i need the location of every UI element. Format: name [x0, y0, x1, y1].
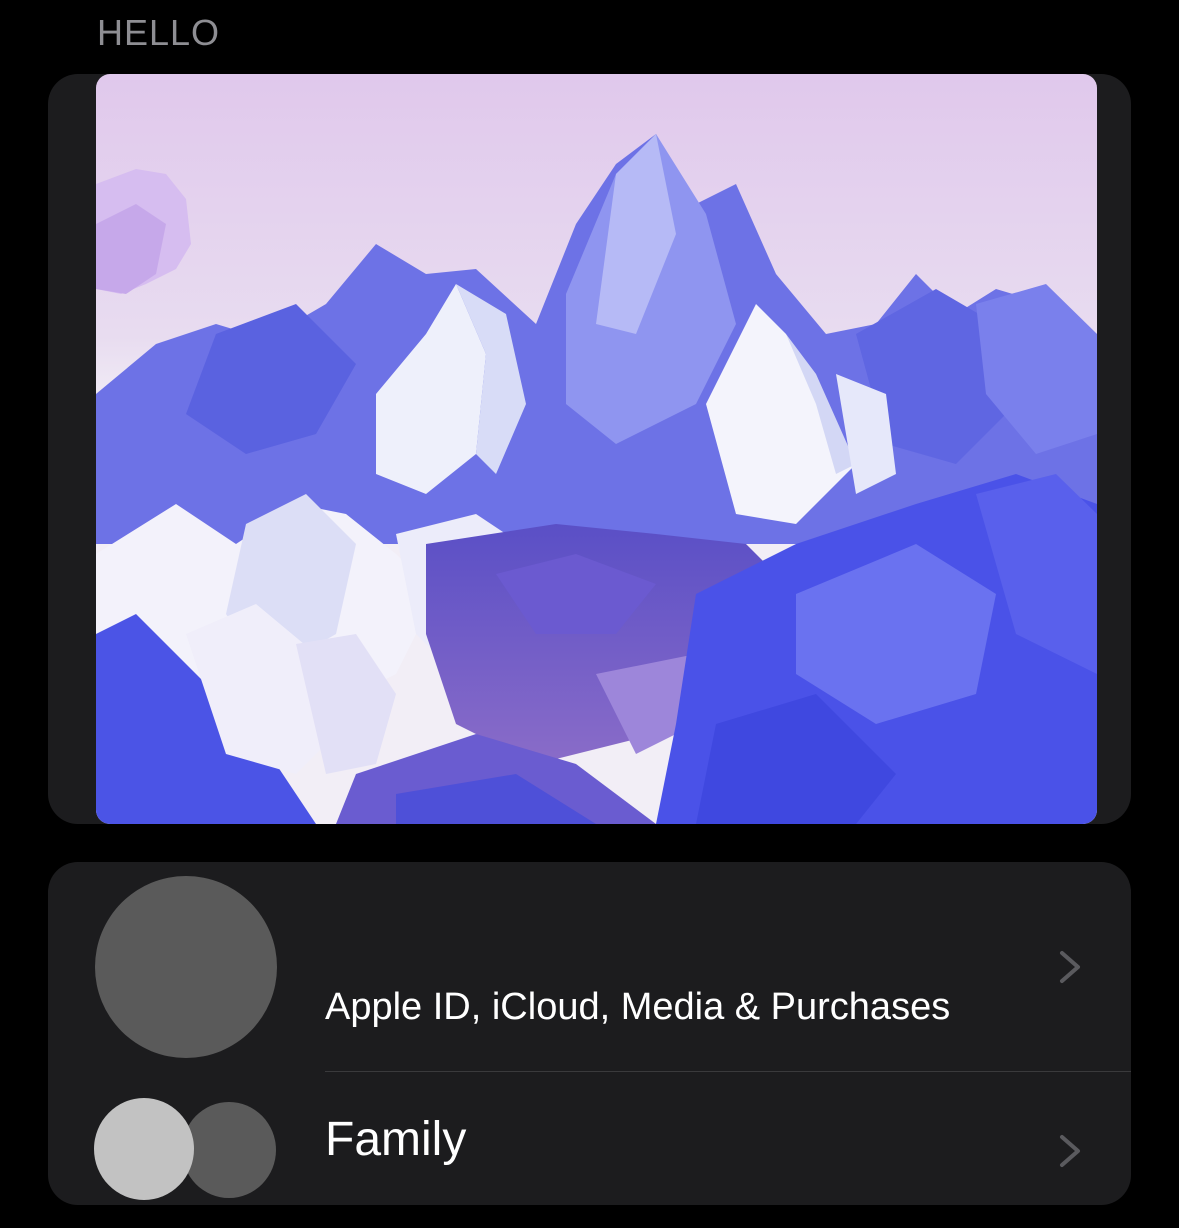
chevron-right-icon — [1060, 951, 1080, 983]
section-header: HELLO — [97, 12, 221, 53]
chevron-right-icon — [1060, 1135, 1080, 1167]
family-member-light-icon — [94, 1098, 194, 1200]
family-label: Family — [325, 1113, 467, 1166]
wallpaper-image[interactable] — [96, 74, 1097, 824]
account-card: Apple ID, iCloud, Media & Purchases Fami… — [48, 862, 1131, 1205]
apple-id-row[interactable]: Apple ID, iCloud, Media & Purchases — [48, 862, 1131, 1072]
settings-page: HELLO Apple ID, iCloud, Media & Purchase… — [0, 0, 1179, 1228]
family-row[interactable]: Family — [48, 1072, 1131, 1205]
hero-card — [48, 74, 1131, 824]
apple-id-label: Apple ID, iCloud, Media & Purchases — [325, 986, 951, 1028]
avatar-icon — [95, 876, 277, 1058]
family-icon — [94, 1086, 279, 1200]
family-member-dark-icon — [182, 1102, 276, 1198]
